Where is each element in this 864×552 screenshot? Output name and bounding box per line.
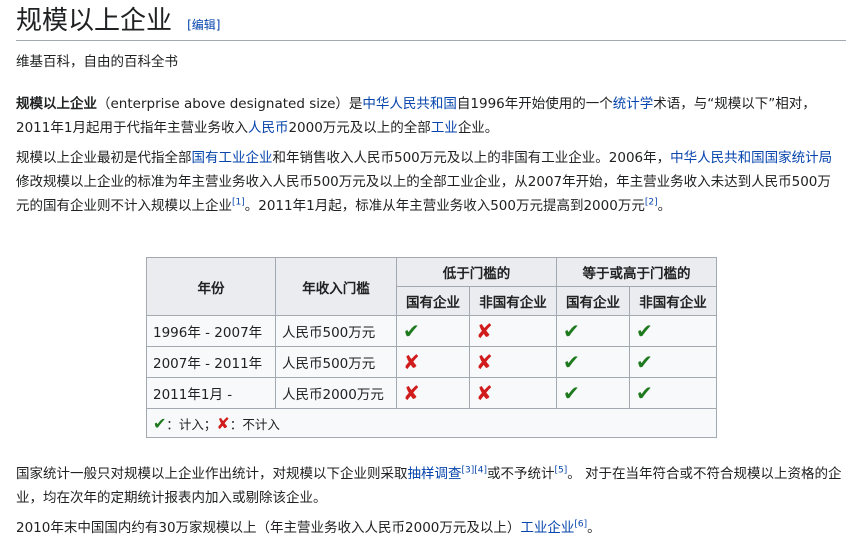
text: 。2011年1月起，标准从年主营业务收入500万元提高到2000万元	[244, 198, 645, 214]
edit-link-text[interactable]: [编辑]	[187, 18, 220, 32]
cross-icon: ✘	[476, 319, 493, 343]
link-industry[interactable]: 工业	[431, 120, 458, 136]
table-row: 2007年 - 2011年 人民币500万元 ✘ ✘ ✔ ✔	[146, 346, 717, 378]
header-state: 国有企业	[396, 286, 470, 316]
cell-mark: ✘	[396, 346, 470, 378]
table-legend: ✔：计入；✘：不计入	[146, 408, 717, 438]
link-prc[interactable]: 中华人民共和国	[362, 96, 457, 112]
header-year: 年份	[146, 257, 276, 316]
cell-mark: ✔	[629, 315, 717, 347]
text: 2010年末中国国内约有30万家规模以上（年主营业务收入人民币2000万元及以上…	[16, 520, 521, 536]
link-nbs[interactable]: 中华人民共和国国家统计局	[670, 150, 832, 166]
text: 。	[587, 520, 601, 536]
check-icon: ✔	[563, 319, 580, 343]
text: 。	[657, 198, 672, 214]
paragraph-2010: 2010年末中国国内约有30万家规模以上（年主营业务收入人民币2000万元及以上…	[16, 516, 844, 540]
threshold-table: 年份 年收入门槛 低于门槛的 等于或高于门槛的 国有企业 非国有企业 国有企业 …	[146, 257, 717, 438]
cell-threshold: 人民币500万元	[275, 315, 397, 347]
link-industrial-enterprise[interactable]: 工业企业	[520, 520, 574, 536]
page-title-bar: 规模以上企业 [编辑]	[16, 4, 846, 41]
check-icon: ✔	[636, 350, 653, 374]
text: 国家统计一般只对规模以上企业作出统计，对规模以下企业则采取	[16, 466, 408, 482]
ref-6[interactable]: [6]	[574, 520, 587, 530]
header-below: 低于门槛的	[396, 257, 557, 287]
header-state: 国有企业	[556, 286, 630, 316]
edit-link[interactable]: [编辑]	[187, 18, 220, 32]
link-sampling[interactable]: 抽样调查	[408, 466, 462, 482]
cross-icon: ✘	[403, 381, 420, 405]
text: 自1996年开始使用的一个	[456, 96, 613, 112]
text: 或不予统计	[487, 466, 555, 482]
cell-year: 1996年 - 2007年	[146, 315, 276, 347]
check-icon: ✔	[563, 350, 580, 374]
check-icon: ✔	[153, 413, 167, 433]
cell-year: 2011年1月 -	[146, 377, 276, 409]
cell-year: 2007年 - 2011年	[146, 346, 276, 378]
link-state-industrial[interactable]: 国有工业企业	[192, 150, 273, 166]
cell-mark: ✔	[629, 346, 717, 378]
header-nonstate: 非国有企业	[629, 286, 717, 316]
cross-icon: ✘	[403, 350, 420, 374]
text: 企业。	[457, 120, 499, 136]
link-statistics[interactable]: 统计学	[613, 96, 654, 112]
cell-mark: ✘	[469, 346, 557, 378]
cell-mark: ✘	[469, 315, 557, 347]
ref-2[interactable]: [2]	[645, 198, 658, 208]
cell-mark: ✔	[556, 346, 630, 378]
table-row: 2011年1月 - 人民币2000万元 ✘ ✘ ✔ ✔	[146, 377, 717, 409]
site-tagline: 维基百科，自由的百科全书	[16, 54, 178, 70]
cell-mark: ✔	[629, 377, 717, 409]
link-rmb[interactable]: 人民币	[248, 120, 289, 136]
legend-counted: ：计入；	[166, 416, 217, 432]
check-icon: ✔	[403, 319, 420, 343]
table-row: 1996年 - 2007年 人民币500万元 ✔ ✘ ✔ ✔	[146, 315, 717, 347]
check-icon: ✔	[636, 381, 653, 405]
cross-icon: ✘	[476, 381, 493, 405]
cell-mark: ✘	[469, 377, 557, 409]
cell-threshold: 人民币2000万元	[275, 377, 397, 409]
header-above: 等于或高于门槛的	[556, 257, 717, 287]
text: 和年销售收入人民币500万元及以上的非国有工业企业。2006年，	[272, 150, 671, 166]
cell-mark: ✘	[396, 377, 470, 409]
cross-icon: ✘	[476, 350, 493, 374]
ref-5[interactable]: [5]	[555, 466, 568, 476]
cell-mark: ✔	[396, 315, 470, 347]
text: 规模以上企业最初是代指全部	[16, 150, 192, 166]
ref-3-4[interactable]: [3][4]	[462, 466, 488, 476]
text: 2000万元及以上的全部	[288, 120, 431, 136]
cross-icon: ✘	[216, 413, 230, 433]
paragraph-history: 规模以上企业最初是代指全部国有工业企业和年销售收入人民币500万元及以上的非国有…	[16, 146, 844, 218]
header-threshold: 年收入门槛	[275, 257, 397, 316]
term-bold: 规模以上企业	[16, 96, 97, 112]
paragraph-statistics: 国家统计一般只对规模以上企业作出统计，对规模以下企业则采取抽样调查[3][4]或…	[16, 462, 844, 510]
header-nonstate: 非国有企业	[469, 286, 557, 316]
check-icon: ✔	[563, 381, 580, 405]
cell-threshold: 人民币500万元	[275, 346, 397, 378]
cell-mark: ✔	[556, 377, 630, 409]
ref-1[interactable]: [1]	[232, 198, 245, 208]
cell-mark: ✔	[556, 315, 630, 347]
page-title: 规模以上企业	[16, 6, 173, 36]
paragraph-intro: 规模以上企业（enterprise above designated size）…	[16, 92, 844, 140]
check-icon: ✔	[636, 319, 653, 343]
text: （enterprise above designated size）是	[97, 96, 363, 112]
legend-not-counted: ：不计入	[229, 416, 280, 432]
